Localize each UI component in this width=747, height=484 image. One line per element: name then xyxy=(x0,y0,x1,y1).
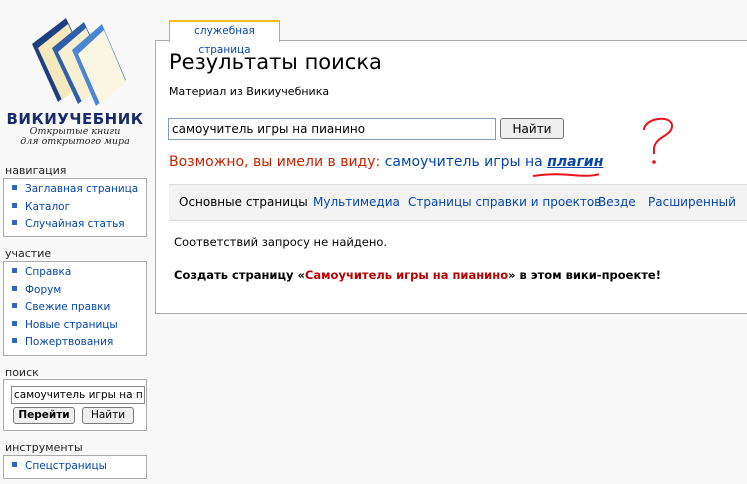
create-suffix: » в этом вики-проекте! xyxy=(508,268,661,282)
filter-main-pages[interactable]: Основные страницы xyxy=(179,195,308,209)
tab-special-page[interactable]: служебная страница xyxy=(169,20,280,56)
tools-title: инструменты xyxy=(5,441,83,454)
suggestion-plain: самоучитель игры на xyxy=(384,154,548,170)
page-subtitle: Материал из Викиучебника xyxy=(169,85,330,98)
wikibooks-logo-icon xyxy=(32,18,126,106)
search-portlet: Перейти Найти xyxy=(3,379,147,431)
filter-help-pages[interactable]: Страницы справки и проектов xyxy=(408,195,601,209)
did-you-mean-prefix: Возможно, вы имели в виду: xyxy=(169,154,385,170)
did-you-mean: Возможно, вы имели в виду: самоучитель и… xyxy=(169,154,603,170)
suggestion-emphasis: плагин xyxy=(547,154,604,170)
navigation-title: навигация xyxy=(5,164,67,177)
annotation-question-mark xyxy=(643,117,674,164)
create-page-message: Создать страницу «Самоучитель игры на пи… xyxy=(174,268,661,282)
filter-everywhere[interactable]: Везде xyxy=(598,195,636,209)
logo-tagline: Открытые книги для открытого мира xyxy=(5,127,145,147)
sidebar-item-help[interactable]: Справка xyxy=(12,264,146,282)
participation-portlet: Справка Форум Свежие правки Новые страни… xyxy=(3,261,147,356)
filter-multimedia[interactable]: Мультимедиа xyxy=(313,195,400,209)
sidebar-item-forum[interactable]: Форум xyxy=(12,282,146,300)
no-match-message: Соответствий запросу не найдено. xyxy=(174,235,388,249)
filter-advanced[interactable]: Расширенный xyxy=(648,195,736,209)
suggestion-link[interactable]: самоучитель игры на плагин xyxy=(385,154,604,170)
participation-title: участие xyxy=(5,247,52,260)
logo-tagline-line2: для открытого мира xyxy=(20,136,130,147)
search-title: поиск xyxy=(5,366,39,379)
sidebar-item-main-page[interactable]: Заглавная страница xyxy=(12,181,146,199)
sidebar-search-input[interactable] xyxy=(11,386,145,404)
create-page-link[interactable]: Самоучитель игры на пианино xyxy=(305,268,508,282)
navigation-portlet: Заглавная страница Каталог Случайная ста… xyxy=(3,178,147,237)
tools-portlet: Спецстраницы xyxy=(3,455,147,479)
create-prefix: Создать страницу « xyxy=(174,268,305,282)
page-title: Результаты поиска xyxy=(169,50,382,74)
sidebar-item-special-pages[interactable]: Спецстраницы xyxy=(12,458,146,476)
site-logo[interactable]: ВИКИУЧЕБНИК Открытые книги для открытого… xyxy=(0,0,150,152)
search-filter-bar: Основные страницы Мультимедиа Страницы с… xyxy=(169,184,747,221)
go-button[interactable]: Перейти xyxy=(13,407,75,424)
sidebar-item-random-article[interactable]: Случайная статья xyxy=(12,216,146,234)
search-button[interactable]: Найти xyxy=(500,118,564,139)
sidebar-item-new-pages[interactable]: Новые страницы xyxy=(12,317,146,335)
annotation-underline xyxy=(532,173,600,177)
sidebar-item-catalog[interactable]: Каталог xyxy=(12,199,146,217)
sidebar-item-recent-changes[interactable]: Свежие правки xyxy=(12,299,146,317)
search-input[interactable] xyxy=(168,118,496,140)
sidebar-item-donations[interactable]: Пожертвования xyxy=(12,334,146,352)
sidebar-find-button[interactable]: Найти xyxy=(82,407,134,424)
